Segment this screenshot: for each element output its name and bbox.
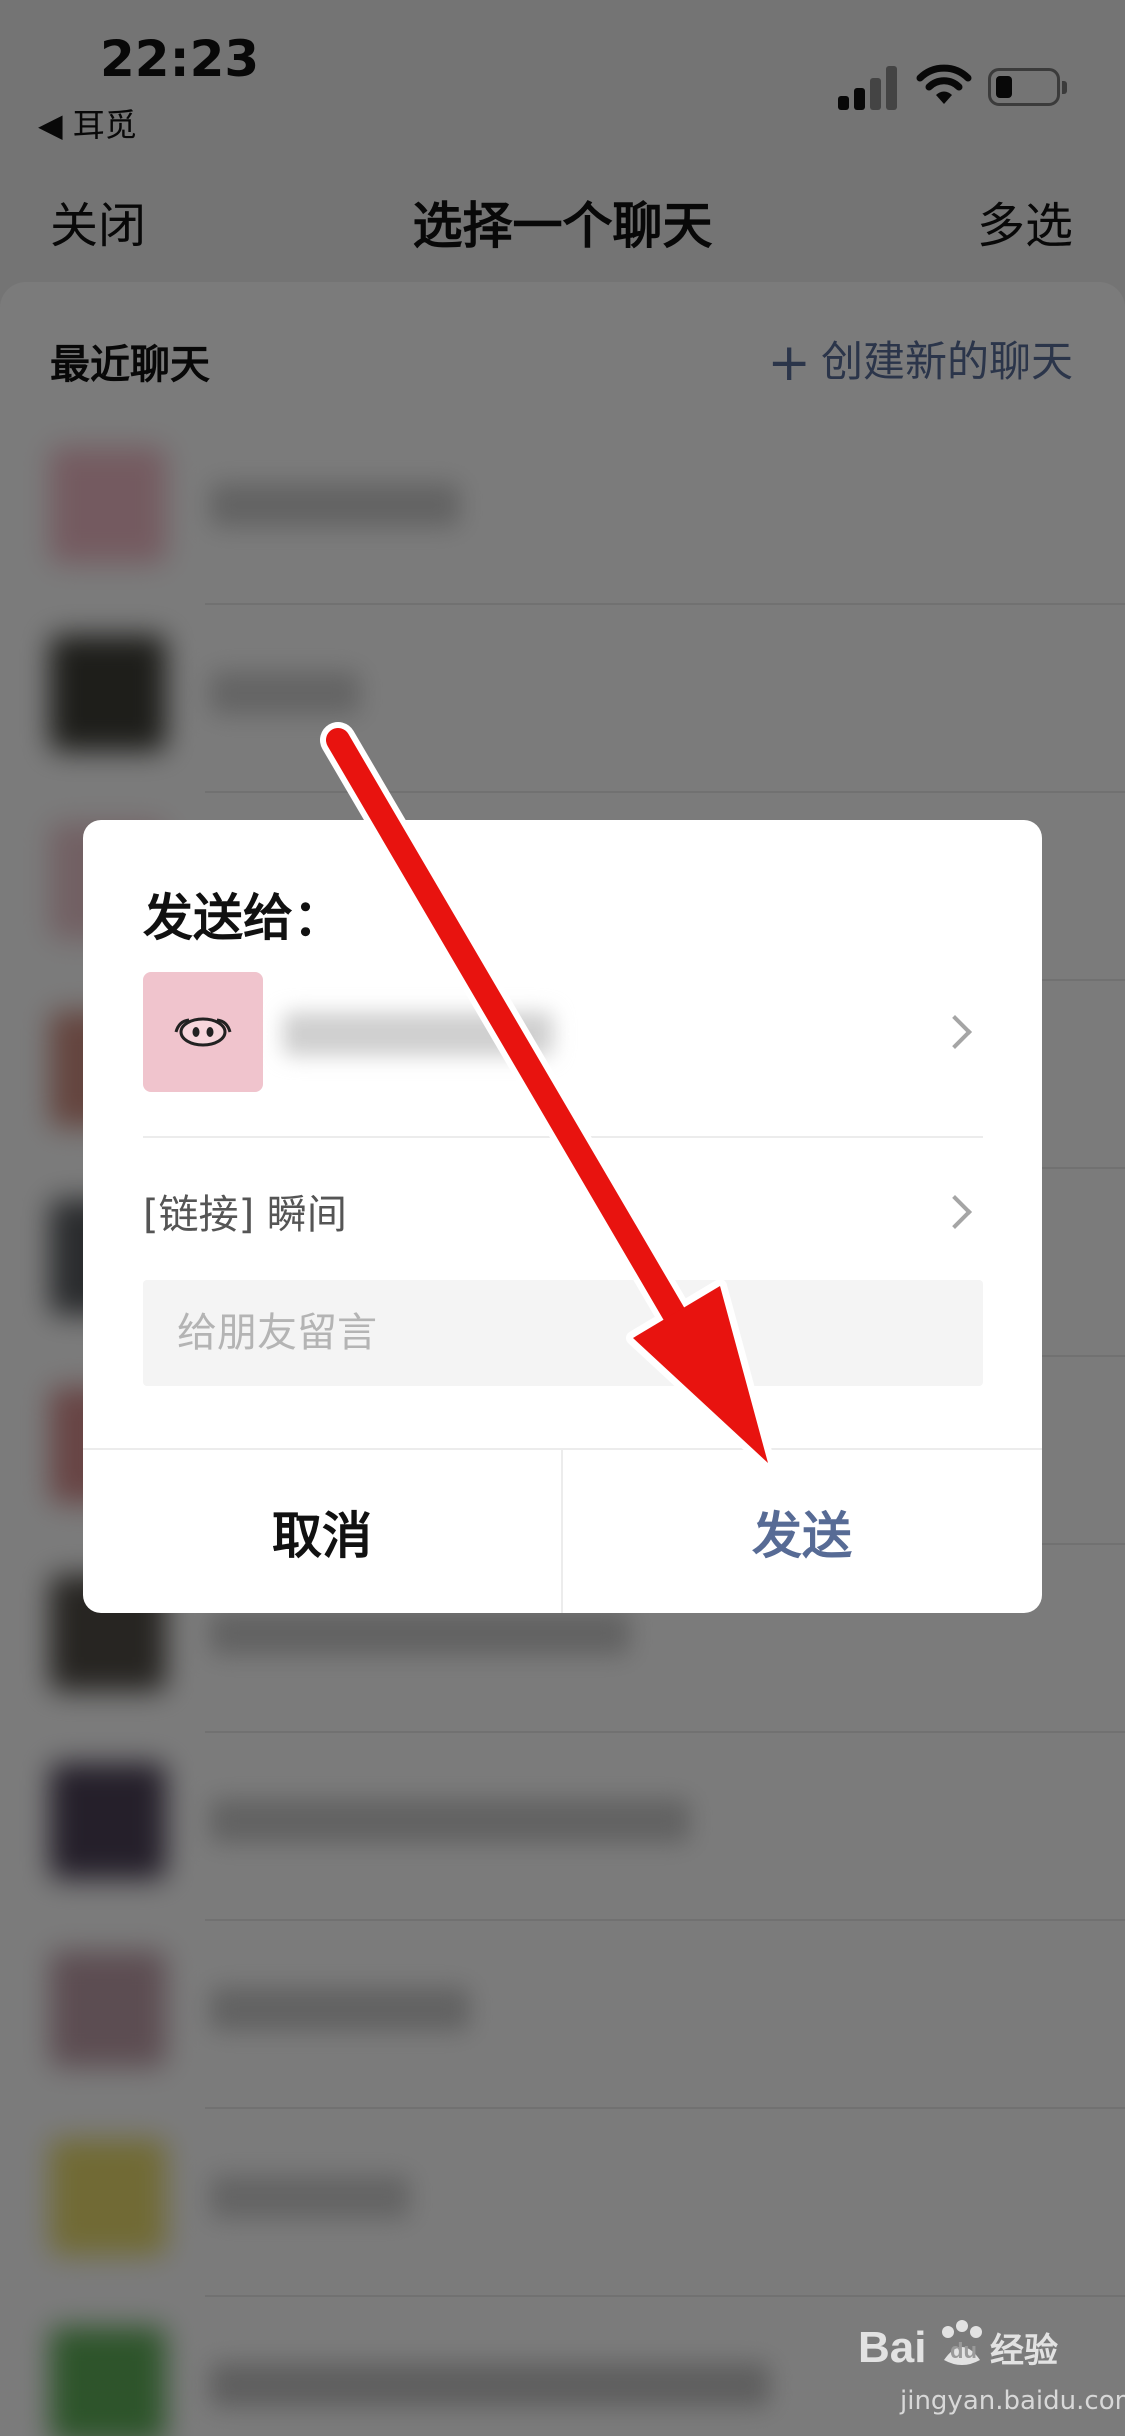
shared-link-row[interactable]: [链接] 瞬间 xyxy=(143,1182,983,1242)
dialog-divider xyxy=(143,1136,983,1138)
svg-text:du: du xyxy=(950,2338,977,2363)
chevron-right-icon xyxy=(938,1015,972,1049)
screen: 22:23 ◀ 耳觅 选择一个聊天 关闭 多选 最近聊天 +创建新的聊天 xyxy=(0,0,1125,2436)
message-input[interactable] xyxy=(143,1280,983,1386)
recipient-row[interactable] xyxy=(143,972,983,1092)
recipient-avatar xyxy=(143,972,263,1092)
send-button[interactable]: 发送 xyxy=(563,1450,1041,1613)
watermark-domain: jingyan.baidu.com xyxy=(900,2386,1125,2416)
chevron-right-icon xyxy=(938,1195,972,1229)
baidu-jingyan-logo: Bai du 经验 xyxy=(858,2320,1058,2372)
cancel-button[interactable]: 取消 xyxy=(83,1450,561,1613)
svg-text:经验: 经验 xyxy=(990,2331,1058,2371)
dialog-title: 发送给： xyxy=(143,889,343,947)
shared-link-text: [链接] 瞬间 xyxy=(143,1192,347,1238)
pig-face-icon xyxy=(174,1017,232,1047)
recipient-name-blurred xyxy=(283,1012,553,1056)
send-to-dialog: 发送给： [链接] 瞬间 取消 发送 xyxy=(83,820,1042,1613)
svg-text:Bai: Bai xyxy=(858,2323,926,2372)
